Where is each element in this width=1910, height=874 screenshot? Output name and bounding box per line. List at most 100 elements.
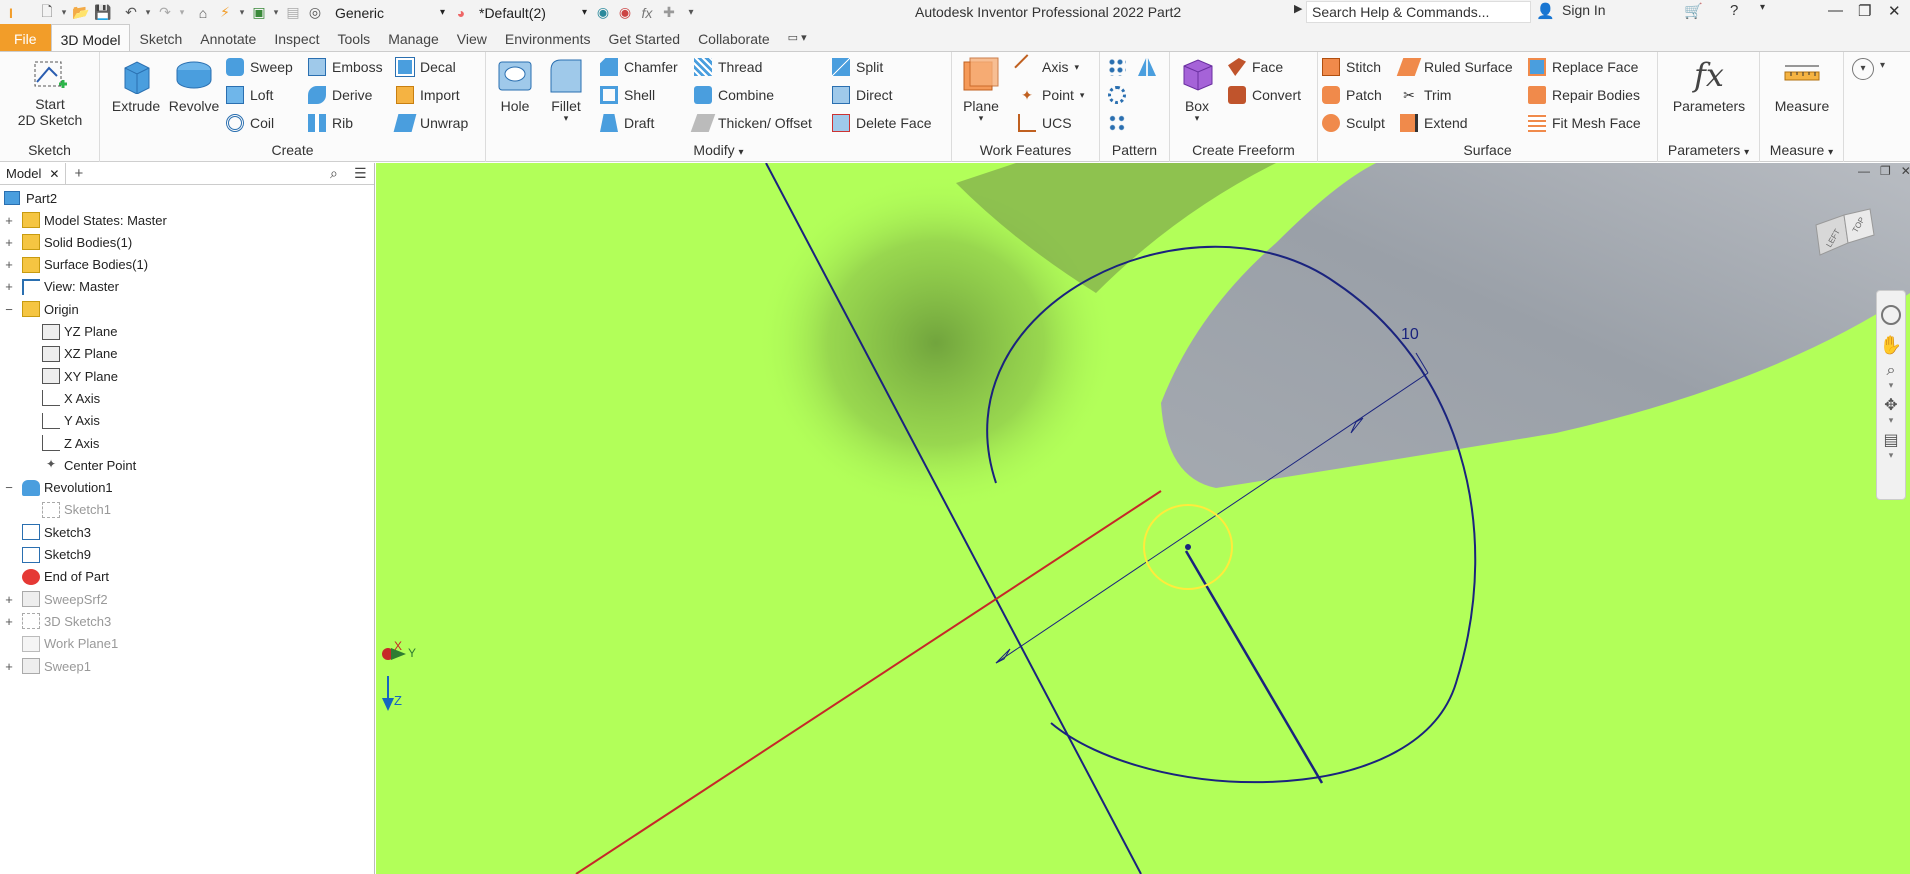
tab-annotate[interactable]: Annotate — [191, 24, 265, 51]
plane-button[interactable]: Plane ▾ — [956, 56, 1006, 123]
add-tab-icon[interactable]: + — [74, 165, 83, 182]
close-icon[interactable]: ✕ — [49, 167, 59, 181]
face-button[interactable]: Face — [1228, 56, 1283, 78]
sign-in-button[interactable]: Sign In — [1562, 2, 1606, 18]
replace-face-button[interactable]: Replace Face — [1528, 56, 1638, 78]
steering-wheel-icon[interactable] — [1881, 305, 1901, 325]
expand-icon[interactable]: + — [4, 235, 14, 250]
repair-bodies-button[interactable]: Repair Bodies — [1528, 84, 1640, 106]
import-button[interactable]: Import — [396, 84, 460, 106]
tab-get-started[interactable]: Get Started — [599, 24, 689, 51]
dropdown-arrow-icon[interactable]: ▾ — [142, 3, 154, 23]
new-file-icon[interactable]: 🗋 — [36, 3, 58, 23]
chamfer-button[interactable]: Chamfer — [600, 56, 678, 78]
tree-item[interactable]: + Model States: Master — [0, 209, 167, 231]
tree-item[interactable]: X Axis — [0, 387, 100, 409]
box-button[interactable]: Box ▾ — [1172, 56, 1222, 123]
emboss-button[interactable]: Emboss — [308, 56, 383, 78]
search-icon[interactable]: ⌕ — [330, 165, 338, 182]
thicken-offset-button[interactable]: Thicken/ Offset — [690, 112, 812, 134]
tab-model[interactable]: Model ✕ — [0, 162, 67, 185]
expand-icon[interactable]: + — [4, 659, 14, 674]
sketch-driven-pattern-button[interactable] — [1108, 112, 1132, 134]
tree-item[interactable]: End of Part — [0, 566, 109, 588]
update-icon[interactable]: ⚡ — [214, 3, 236, 23]
mirror-button[interactable] — [1138, 56, 1162, 78]
cart-icon[interactable]: 🛒 — [1684, 2, 1703, 20]
hole-button[interactable]: Hole — [490, 56, 540, 114]
measure-button[interactable]: Measure — [1764, 56, 1840, 114]
split-button[interactable]: Split — [832, 56, 883, 78]
adjust-appearance-icon[interactable]: ◉ — [592, 3, 614, 23]
tree-item[interactable]: − Revolution1 — [0, 477, 113, 499]
tree-item[interactable]: − Origin — [0, 298, 79, 320]
fit-mesh-face-button[interactable]: Fit Mesh Face — [1528, 112, 1641, 134]
tab-3d-model[interactable]: 3D Model — [50, 24, 131, 51]
dropdown-arrow-icon[interactable]: ▾ — [1877, 415, 1905, 426]
combine-button[interactable]: Combine — [694, 84, 774, 106]
tree-item[interactable]: XZ Plane — [0, 343, 117, 365]
tree-item[interactable]: ✦ Center Point — [0, 454, 136, 476]
ruled-surface-button[interactable]: Ruled Surface — [1396, 56, 1513, 78]
point-button[interactable]: ✦ Point ▾ — [1018, 84, 1084, 106]
color-wheel-icon[interactable]: ◕ — [450, 3, 472, 23]
customize-icon[interactable]: ▾ — [680, 3, 702, 23]
tree-item[interactable]: XY Plane — [0, 365, 118, 387]
dropdown-arrow-icon[interactable]: ▾ — [236, 3, 248, 23]
redo-icon[interactable]: ↷ — [154, 3, 176, 23]
dropdown-arrow-icon[interactable]: ▾ — [176, 3, 188, 23]
tree-item[interactable]: Sketch1 — [0, 499, 111, 521]
collapse-icon[interactable]: − — [4, 302, 14, 317]
expand-icon[interactable]: + — [4, 213, 14, 228]
appearance-combo[interactable]: *Default(2) ▾ — [474, 2, 592, 23]
extend-button[interactable]: Extend — [1400, 112, 1468, 134]
expand-icon[interactable]: + — [4, 614, 14, 629]
expand-arrow-icon[interactable]: ▶ — [1294, 2, 1302, 15]
delete-face-button[interactable]: Delete Face — [832, 112, 931, 134]
start-sketch-button[interactable]: Start 2D Sketch — [14, 56, 86, 128]
shell-button[interactable]: Shell — [600, 84, 655, 106]
panel-title-parameters[interactable]: Parameters ▾ — [1658, 142, 1759, 162]
expand-icon[interactable]: + — [4, 592, 14, 607]
dropdown-arrow-icon[interactable]: ▾ — [1760, 2, 1765, 13]
dimension-value[interactable]: 10 — [1401, 326, 1419, 343]
dropdown-arrow-icon[interactable]: ▾ — [270, 3, 282, 23]
dropdown-arrow-icon[interactable]: ▾ — [1880, 60, 1885, 71]
dropdown-arrow-icon[interactable]: ▾ — [1877, 450, 1905, 461]
loft-button[interactable]: Loft — [226, 84, 273, 106]
home-icon[interactable]: ⌂ — [192, 3, 214, 23]
panel-title-modify[interactable]: Modify ▾ — [486, 142, 951, 162]
panel-title-measure[interactable]: Measure ▾ — [1760, 142, 1843, 162]
rib-button[interactable]: Rib — [308, 112, 353, 134]
coil-button[interactable]: Coil — [226, 112, 274, 134]
tab-file[interactable]: File — [0, 24, 51, 51]
convert-button[interactable]: Convert — [1228, 84, 1301, 106]
fillet-button[interactable]: Fillet ▾ — [538, 56, 594, 123]
tab-overflow-icon[interactable]: ▭ ▾ — [779, 24, 816, 51]
close-icon[interactable]: ✕ — [1901, 164, 1910, 178]
tree-item[interactable]: Sketch3 — [0, 521, 91, 543]
save-icon[interactable]: 💾 — [92, 3, 114, 23]
inventor-logo-icon[interactable]: I — [0, 3, 22, 23]
undo-icon[interactable]: ↶ — [120, 3, 142, 23]
viewport-canvas[interactable]: 10 LEFT TOP X Y Z — [376, 163, 1910, 874]
direct-button[interactable]: Direct — [832, 84, 893, 106]
tree-item[interactable]: Sketch9 — [0, 544, 91, 566]
tree-item[interactable]: +3D Sketch3 — [0, 610, 111, 632]
properties-icon[interactable]: ▤ — [282, 3, 304, 23]
patch-button[interactable]: Patch — [1322, 84, 1382, 106]
minimize-icon[interactable]: — — [1828, 2, 1843, 19]
parameters-button[interactable]: fx Parameters — [1664, 56, 1754, 114]
tree-item[interactable]: YZ Plane — [0, 321, 117, 343]
dropdown-arrow-icon[interactable]: ▾ — [1877, 380, 1905, 391]
thread-button[interactable]: Thread — [694, 56, 762, 78]
sculpt-button[interactable]: Sculpt — [1322, 112, 1385, 134]
draft-button[interactable]: Draft — [600, 112, 654, 134]
tree-item[interactable]: + Surface Bodies(1) — [0, 254, 148, 276]
sweep-button[interactable]: Sweep — [226, 56, 293, 78]
menu-icon[interactable]: ☰ — [354, 165, 367, 182]
expand-icon[interactable]: + — [4, 279, 14, 294]
tab-inspect[interactable]: Inspect — [265, 24, 328, 51]
tree-item[interactable]: + View: Master — [0, 276, 119, 298]
plus-icon[interactable]: ✚ — [658, 3, 680, 23]
